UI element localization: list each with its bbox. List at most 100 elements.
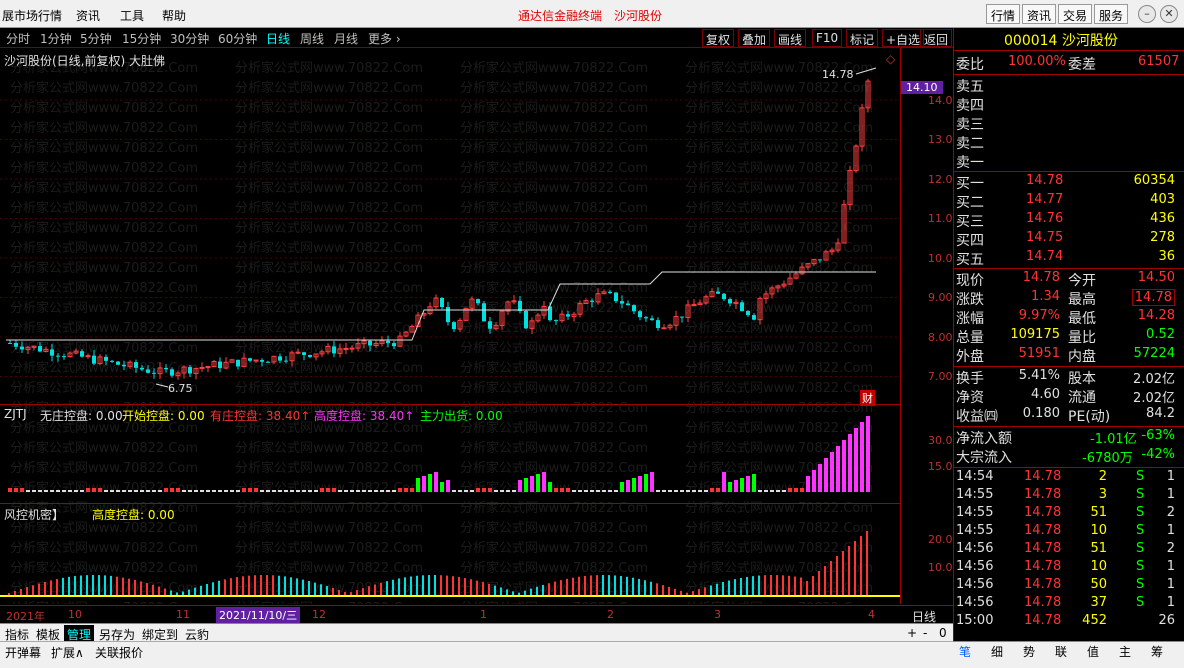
indicator1-name[interactable]: ZJTJ xyxy=(4,407,27,421)
draw-button[interactable]: 画线 xyxy=(774,29,807,47)
indicator1-bar xyxy=(746,476,750,492)
menu-market[interactable]: 展市场行情 xyxy=(2,7,62,24)
indicator1-bar xyxy=(296,490,300,492)
zoom-in-button[interactable]: + xyxy=(904,625,920,641)
period-15min[interactable]: 15分钟 xyxy=(122,30,161,47)
panel-tab-main[interactable]: 主 xyxy=(1119,643,1131,660)
indicator2-bar xyxy=(236,577,238,596)
finance-mark[interactable]: 财 xyxy=(860,390,875,406)
indicator2-bar xyxy=(152,584,154,596)
watermark-text: 分析家公式网www.70822.Com xyxy=(235,300,423,316)
indicator2-bar xyxy=(56,579,58,596)
indicator2-bar xyxy=(740,577,742,596)
pane-separator-2[interactable] xyxy=(0,503,900,504)
indicator2-bar xyxy=(728,580,730,596)
indicator1-bar xyxy=(728,482,732,492)
service-button[interactable]: 服务 xyxy=(1094,4,1129,24)
indicator1-bar xyxy=(536,474,540,492)
period-5min[interactable]: 5分钟 xyxy=(80,30,112,47)
watermark-text: 分析家公式网www.70822.Com xyxy=(685,320,873,336)
panel-tab-value[interactable]: 值 xyxy=(1087,643,1099,660)
period-more[interactable]: 更多 › xyxy=(368,30,401,47)
period-1min[interactable]: 1分钟 xyxy=(40,30,72,47)
candle-body xyxy=(626,303,630,306)
candle-body xyxy=(620,301,624,304)
adjust-button[interactable]: 复权 xyxy=(702,29,735,47)
indicator1-bar xyxy=(338,490,342,492)
f10-button[interactable]: F10 xyxy=(812,29,843,47)
indicator1-item-2: 有庄控盘: 38.40↑ xyxy=(210,409,311,423)
watermark-text: 分析家公式网www.70822.Com xyxy=(10,440,198,456)
candle-body xyxy=(638,311,642,318)
tick-row: 14:56 14.78 37 S 1 xyxy=(956,595,1175,610)
panel-tab-trend[interactable]: 势 xyxy=(1023,643,1035,660)
indicator2-bar xyxy=(404,577,406,596)
indicator1-bar xyxy=(194,490,198,492)
indicator1-bar xyxy=(488,488,492,492)
period-monthly[interactable]: 月线 xyxy=(334,30,358,47)
add-watchlist-button[interactable]: +自选 xyxy=(882,29,925,47)
period-toolbar: 分时 1分钟 5分钟 15分钟 30分钟 60分钟 日线 周线 月线 更多 › … xyxy=(0,28,953,48)
panel-tab-chips[interactable]: 筹 xyxy=(1151,643,1163,660)
indicator1-bar xyxy=(416,478,420,492)
period-daily[interactable]: 日线 xyxy=(266,30,290,47)
indicator1-bar xyxy=(656,490,660,492)
period-60min[interactable]: 60分钟 xyxy=(218,30,257,47)
indicator2-bar xyxy=(722,582,724,596)
close-icon[interactable]: ✕ xyxy=(1160,5,1178,23)
zoom-out-button[interactable]: - xyxy=(920,625,930,641)
watermark-text: 分析家公式网www.70822.Com xyxy=(460,440,648,456)
candle-body xyxy=(253,359,259,362)
period-30min[interactable]: 30分钟 xyxy=(170,30,209,47)
menu-tools[interactable]: 工具 xyxy=(120,7,144,24)
chart-settings-icon[interactable]: ◇ xyxy=(886,52,895,66)
indicator2-bar xyxy=(614,575,616,596)
panel-tab-linked[interactable]: 联 xyxy=(1055,643,1067,660)
minimize-icon[interactable]: – xyxy=(1138,5,1156,23)
period-weekly[interactable]: 周线 xyxy=(300,30,324,47)
buy-level-5: 买五 14.74 36 xyxy=(956,249,1175,268)
panel-tab-trades[interactable]: 笔 xyxy=(959,643,971,660)
overlay-button[interactable]: 叠加 xyxy=(738,29,771,47)
watermark-text: 分析家公式网www.70822.Com xyxy=(685,420,873,436)
news-button[interactable]: 资讯 xyxy=(1022,4,1057,24)
pane-separator-1[interactable] xyxy=(0,404,900,405)
watermark-text: 分析家公式网www.70822.Com xyxy=(10,140,198,156)
indicator2-bar xyxy=(128,578,130,596)
indicator2-bar xyxy=(584,575,586,596)
indicator2-bar xyxy=(566,578,568,596)
indicator1-bar xyxy=(206,490,210,492)
quote-button[interactable]: 行情 xyxy=(986,4,1021,24)
watermark-text: 分析家公式网www.70822.Com xyxy=(10,600,198,604)
menu-news[interactable]: 资讯 xyxy=(76,7,100,24)
indicator1-bar xyxy=(254,488,258,492)
back-button[interactable]: 返回 xyxy=(920,29,953,47)
indicator1-bar xyxy=(434,472,438,492)
indicator1-bar xyxy=(188,490,192,492)
indicator1-bar xyxy=(644,474,648,492)
indicator2-name[interactable]: 风控机密】 xyxy=(4,506,64,523)
indicator1-bar xyxy=(506,490,510,492)
indicator1-bar xyxy=(350,490,354,492)
status-strip xyxy=(0,659,1184,668)
indicator1-bar xyxy=(422,476,426,492)
trade-button[interactable]: 交易 xyxy=(1058,4,1093,24)
indicator2-bar xyxy=(134,579,136,596)
mark-button[interactable]: 标记 xyxy=(846,29,879,47)
menu-help[interactable]: 帮助 xyxy=(162,7,186,24)
indicator2-bar xyxy=(374,584,376,596)
indicator1-bar xyxy=(332,488,336,492)
panel-tab-detail[interactable]: 细 xyxy=(991,643,1003,660)
indicator1-bar xyxy=(74,490,78,492)
candle-body xyxy=(740,302,744,312)
tick-row: 14:56 14.78 50 S 1 xyxy=(956,577,1175,592)
watermark-text: 分析家公式网www.70822.Com xyxy=(10,360,198,376)
candle-body xyxy=(452,322,456,330)
indicator1-bar xyxy=(272,490,276,492)
indicator1-bar xyxy=(596,490,600,492)
period-intraday[interactable]: 分时 xyxy=(6,30,30,47)
indicator2-bar xyxy=(476,580,478,596)
watermark-text: 分析家公式网www.70822.Com xyxy=(10,100,198,116)
indicator2-bar xyxy=(62,577,64,596)
indicator2-bar xyxy=(848,546,850,596)
